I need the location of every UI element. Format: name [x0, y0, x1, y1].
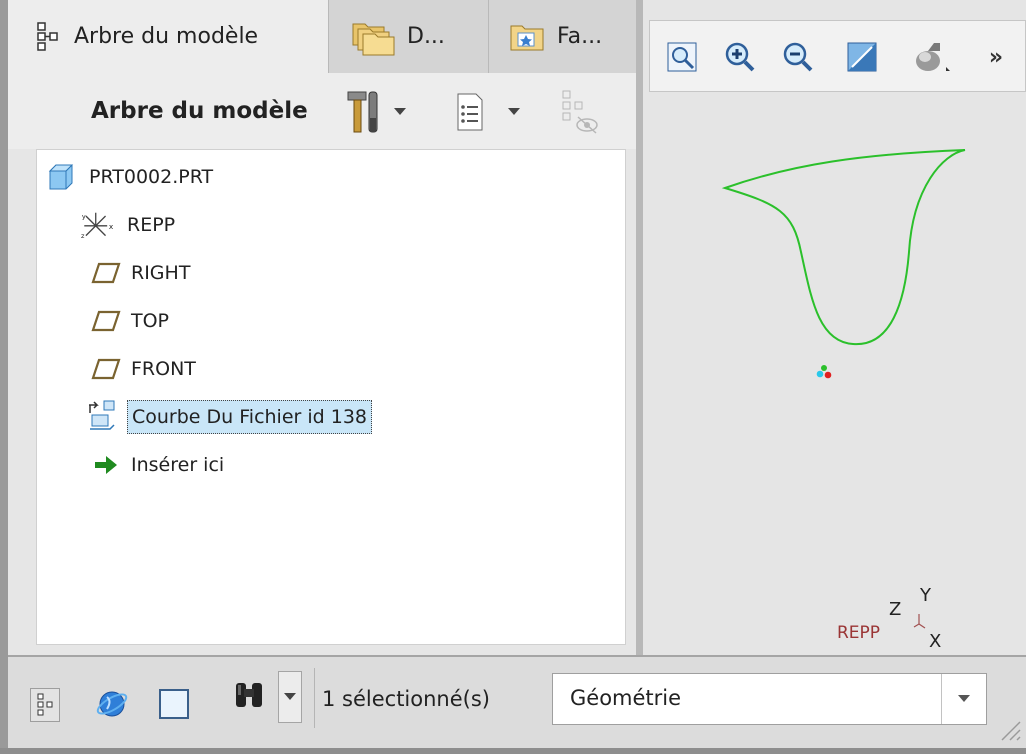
tree-visibility-button[interactable] — [560, 87, 610, 137]
tab-favorites[interactable]: Fa... — [488, 0, 636, 73]
tree-item-label: PRT0002.PRT — [89, 166, 214, 188]
zoom-in-button[interactable] — [720, 37, 760, 77]
tree-item-label: Insérer ici — [131, 454, 225, 476]
zoom-in-icon — [724, 41, 756, 73]
tree-item-label: Courbe Du Fichier id 138 — [127, 400, 373, 434]
find-button-group[interactable] — [224, 671, 302, 723]
model-tree-toggle-button[interactable] — [30, 688, 60, 722]
resize-grip-icon[interactable] — [996, 700, 1022, 744]
tab-model-tree-label: Arbre du modèle — [74, 24, 259, 49]
tree-item-front[interactable]: FRONT — [91, 349, 196, 389]
svg-text:y: y — [82, 212, 86, 220]
csys-axis-y: Y — [919, 585, 932, 606]
csys-axis-x: X — [929, 631, 941, 652]
datum-plane-icon — [91, 353, 121, 385]
window-icon — [159, 689, 189, 719]
tab-folder-browser[interactable]: D... — [328, 0, 488, 73]
tree-item-label: RIGHT — [131, 262, 191, 284]
tree-display-button[interactable] — [454, 87, 544, 137]
panel-splitter[interactable] — [636, 0, 643, 655]
chevron-down-icon — [394, 108, 406, 116]
tree-item-right[interactable]: RIGHT — [91, 253, 190, 293]
tree-item-label: REPP — [127, 214, 176, 236]
tab-model-tree[interactable]: Arbre du modèle — [8, 0, 328, 73]
folders-icon — [351, 18, 395, 56]
datum-plane-icon — [91, 305, 121, 337]
selection-filter-value: Géométrie — [570, 686, 682, 710]
selection-count: 1 sélectionné(s) — [322, 687, 490, 711]
full-screen-toggle-button[interactable] — [156, 686, 192, 722]
more-tools-button[interactable]: » — [976, 37, 1016, 77]
refit-button[interactable] — [662, 37, 702, 77]
web-browser-icon — [95, 687, 129, 721]
list-icon — [454, 92, 486, 132]
status-separator — [314, 668, 315, 728]
origin-marker-icon — [816, 365, 832, 379]
tree-eye-icon — [560, 89, 600, 135]
tree-item-part[interactable]: PRT0002.PRT — [43, 157, 213, 197]
tree-item-insert-here[interactable]: Insérer ici — [91, 445, 224, 485]
tab-favorites-label: Fa... — [557, 24, 603, 49]
repaint-icon — [846, 41, 878, 73]
more-chevron-icon: » — [988, 44, 1004, 70]
window-bottom-border — [0, 748, 1026, 754]
window-left-border — [0, 0, 8, 754]
part-cube-icon — [43, 161, 79, 193]
model-tree-title: Arbre du modèle — [91, 98, 308, 124]
display-style-button[interactable] — [912, 37, 952, 77]
svg-text:x: x — [109, 222, 114, 231]
model-tree-icon — [37, 693, 53, 717]
tree-item-label: FRONT — [131, 358, 196, 380]
browser-toggle-button[interactable] — [94, 686, 130, 722]
tree-item-label: TOP — [131, 310, 170, 332]
tab-folder-browser-label: D... — [407, 24, 445, 49]
model-tree[interactable]: PRT0002.PRT y z x REPP RIGHT TOP FRONT C… — [36, 149, 626, 645]
csys-icon: y z x — [81, 209, 117, 241]
selection-filter-select[interactable]: Géométrie — [552, 673, 987, 725]
csys-axis-z: Z — [889, 599, 901, 620]
csys-triad-icon — [913, 614, 926, 629]
hammer-wrench-icon — [346, 88, 382, 136]
sketch-curve — [721, 149, 966, 346]
chevron-down-icon — [958, 695, 970, 703]
graphics-toolbar: » — [649, 20, 1026, 92]
svg-text:z: z — [81, 232, 85, 240]
tree-item-csys[interactable]: y z x REPP — [81, 205, 175, 245]
model-viewport[interactable]: Z Y X REPP — [643, 92, 1026, 655]
refit-icon — [666, 41, 698, 73]
favorites-folder-icon — [509, 22, 545, 52]
curve-from-file-icon — [85, 400, 121, 433]
model-tree-icon — [36, 21, 60, 52]
tree-settings-button[interactable] — [346, 87, 406, 137]
filter-dropdown-button[interactable] — [941, 674, 986, 724]
tree-item-curve[interactable]: Courbe Du Fichier id 138 — [85, 397, 373, 437]
tree-item-top[interactable]: TOP — [91, 301, 169, 341]
repaint-button[interactable] — [842, 37, 882, 77]
chevron-down-icon — [508, 108, 520, 116]
find-dropdown-button[interactable] — [278, 671, 302, 723]
chevron-down-icon — [284, 693, 296, 701]
zoom-out-icon — [782, 41, 814, 73]
zoom-out-button[interactable] — [778, 37, 818, 77]
binoculars-icon — [232, 679, 268, 711]
csys-label: REPP — [837, 623, 880, 643]
model-tree-toolbar: Arbre du modèle — [8, 73, 636, 149]
insert-here-arrow-icon — [91, 449, 121, 481]
datum-plane-icon — [91, 257, 121, 289]
display-style-icon — [912, 39, 952, 75]
